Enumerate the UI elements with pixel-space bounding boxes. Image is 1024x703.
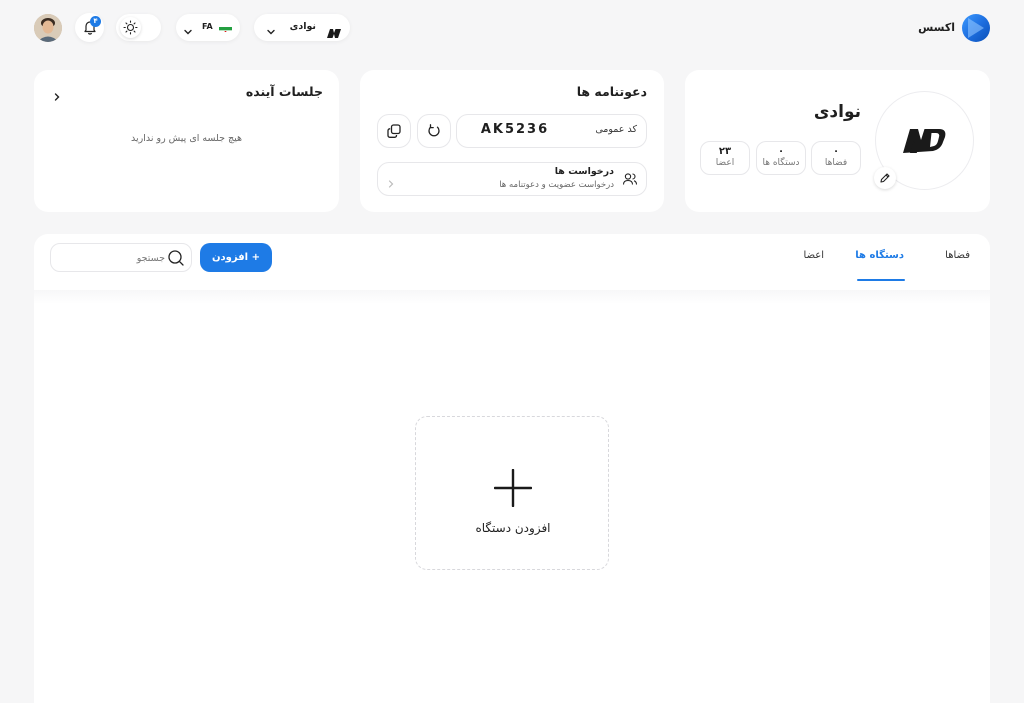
sessions-card: جلسات آینده هیچ جلسه ای پیش رو ندارید (34, 70, 339, 212)
brand-logo[interactable] (962, 14, 990, 42)
toolbar-divider (34, 290, 990, 304)
workspace-logo-icon (327, 23, 341, 42)
user-avatar-icon (34, 14, 62, 42)
sessions-empty-text: هیچ جلسه ای پیش رو ندارید (130, 133, 243, 144)
tab-spaces[interactable]: فضاها (920, 250, 970, 261)
avatar[interactable] (34, 14, 62, 42)
stat-members: ۲۳ اعضا (700, 141, 750, 175)
stat-label: دستگاه ها (762, 158, 800, 168)
main-panel: فضاها دستگاه ها اعضا افزودن + افزودن دست… (34, 234, 990, 703)
public-code-field[interactable]: کد عمومی AK5236 (456, 114, 647, 148)
stat-value: ۲۳ (718, 146, 732, 157)
tab-devices[interactable]: دستگاه ها (854, 250, 904, 261)
sessions-title: جلسات آینده (245, 84, 323, 99)
chevron-right-icon (386, 174, 396, 193)
requests-subtitle: درخواست عضویت و دعوتنامه ها (499, 180, 614, 190)
search-box[interactable] (50, 243, 192, 272)
iran-flag-icon (219, 22, 232, 32)
public-code-value: AK5236 (480, 122, 550, 137)
copy-code-button[interactable] (377, 114, 411, 148)
chevron-down-icon (266, 22, 276, 41)
workspace-selector[interactable]: نوادی (254, 14, 350, 41)
stat-label: اعضا (715, 158, 735, 168)
language-selector[interactable]: FA (176, 14, 240, 41)
search-input[interactable] (59, 249, 165, 267)
profile-card: نوادی ۰ فضاها ۰ دستگاه ها ۲۳ اعضا (685, 70, 990, 212)
notifications-button[interactable]: ۴ (75, 13, 104, 42)
invites-card: دعوتنامه ها کد عمومی AK5236 درخواست ها د… (360, 70, 664, 212)
stat-devices: ۰ دستگاه ها (756, 141, 806, 175)
requests-title: درخواست ها (554, 166, 614, 177)
profile-name: نوادی (813, 102, 861, 122)
stat-spaces: ۰ فضاها (811, 141, 861, 175)
regenerate-code-button[interactable] (417, 114, 451, 148)
tab-active-indicator (857, 279, 905, 281)
users-icon (622, 171, 638, 191)
notification-badge: ۴ (90, 16, 101, 27)
brand-name: اکسس (918, 21, 955, 34)
chevron-left-icon[interactable] (52, 87, 62, 106)
plus-icon (493, 468, 533, 511)
add-button[interactable]: افزودن + (200, 243, 272, 272)
tab-members[interactable]: اعضا (774, 250, 824, 261)
sun-icon (120, 17, 141, 38)
theme-toggle[interactable] (116, 14, 161, 41)
requests-row[interactable]: درخواست ها درخواست عضویت و دعوتنامه ها (377, 162, 647, 196)
workspace-logo-icon (902, 128, 945, 153)
edit-profile-button[interactable] (874, 167, 896, 189)
stat-value: ۰ (832, 146, 840, 157)
pencil-icon (880, 173, 890, 183)
workspace-label: نوادی (289, 21, 316, 32)
add-device-tile[interactable]: افزودن دستگاه (415, 416, 609, 570)
language-code: FA (202, 22, 213, 31)
brand-logo-icon (968, 18, 984, 38)
stat-label: فضاها (824, 158, 848, 168)
public-code-label: کد عمومی (595, 124, 637, 135)
stat-value: ۰ (777, 146, 785, 157)
chevron-down-icon (183, 22, 193, 41)
search-icon (167, 249, 185, 271)
invites-title: دعوتنامه ها (576, 84, 647, 99)
add-device-label: افزودن دستگاه (475, 521, 551, 535)
copy-icon (387, 124, 401, 138)
refresh-icon (428, 124, 440, 137)
